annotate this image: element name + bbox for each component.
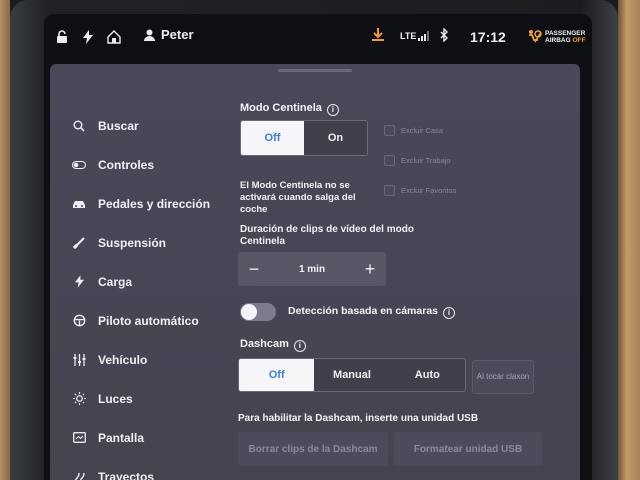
sidebar-item-controles[interactable]: Controles xyxy=(72,145,242,184)
download-icon[interactable] xyxy=(372,28,384,45)
bolt-icon xyxy=(80,28,96,46)
exclude-home-label: Excluir Casa xyxy=(401,126,444,135)
sentry-description: El Modo Centinela no se activará cuando … xyxy=(240,180,356,215)
settings-panel: Buscar Controles Pedales y dirección Sus… xyxy=(50,64,580,480)
passenger-airbag-indicator: PASSENGER AIRBAG OFF xyxy=(526,29,585,45)
sentry-off-button[interactable]: Off xyxy=(241,121,304,155)
sentry-title: Modo Centinela xyxy=(240,102,322,114)
info-icon[interactable]: i xyxy=(293,340,306,352)
steering-wheel-icon xyxy=(72,314,86,328)
sidebar-item-label: Luces xyxy=(98,391,133,406)
toggle-icon xyxy=(72,158,86,172)
settings-sidebar: Buscar Controles Pedales y dirección Sus… xyxy=(72,106,242,480)
clip-duration-label: Duración de clips de vídeo del modo Cent… xyxy=(240,224,414,247)
camera-detection-toggle[interactable] xyxy=(240,303,276,321)
exclude-home-option[interactable]: Excluir Casa xyxy=(384,125,443,136)
exclude-work-option[interactable]: Excluir Trabajo xyxy=(384,155,451,166)
increase-button[interactable]: + xyxy=(362,259,378,280)
dashcam-section-header: Dashcam i xyxy=(240,338,306,352)
clip-duration-stepper: − 1 min + xyxy=(238,252,386,286)
trips-icon xyxy=(72,470,86,480)
decrease-button[interactable]: − xyxy=(246,259,262,280)
signal-bars-icon xyxy=(418,31,430,41)
sentry-mode-selector: Off On xyxy=(240,120,368,156)
homelink-icon[interactable] xyxy=(106,28,122,46)
bluetooth-icon[interactable] xyxy=(440,27,449,45)
delete-dashcam-clips-button[interactable]: Borrar clips de la Dashcam xyxy=(238,432,388,466)
sidebar-item-suspension[interactable]: Suspensión xyxy=(72,223,242,262)
bolt-icon xyxy=(72,275,86,289)
suspension-icon xyxy=(72,236,86,250)
airbag-status: OFF xyxy=(572,37,586,44)
airbag-icon xyxy=(529,30,542,43)
sun-icon xyxy=(72,392,86,406)
sentry-section-header: Modo Centinela i xyxy=(240,102,339,116)
airbag-label-1: PASSENGER xyxy=(545,30,586,37)
sidebar-item-luces[interactable]: Luces xyxy=(72,379,242,418)
toggle-knob xyxy=(241,304,257,320)
dashcam-off-button[interactable]: Off xyxy=(239,359,315,391)
info-icon[interactable]: i xyxy=(326,104,339,116)
display-icon xyxy=(72,431,86,445)
wood-trim-right xyxy=(618,0,640,480)
touchscreen: Peter LTE 17:12 PASSENGER AIRBAG OFF Bus… xyxy=(44,14,592,480)
format-usb-button[interactable]: Formatear unidad USB xyxy=(394,432,542,466)
user-name: Peter xyxy=(161,27,194,42)
sidebar-item-piloto[interactable]: Piloto automático xyxy=(72,301,242,340)
dashcam-honk-button[interactable]: Al tocar claxon xyxy=(472,360,534,394)
sidebar-item-label: Vehículo xyxy=(98,352,148,367)
sidebar-item-label: Piloto automático xyxy=(98,313,199,328)
sidebar-item-carga[interactable]: Carga xyxy=(72,262,242,301)
sidebar-item-label: Controles xyxy=(98,157,155,172)
dashcam-auto-button[interactable]: Auto xyxy=(389,359,465,391)
sidebar-item-label: Carga xyxy=(98,274,133,289)
dashcam-mode-selector: Off Manual Auto xyxy=(238,358,466,392)
sidebar-item-vehiculo[interactable]: Vehículo xyxy=(72,340,242,379)
person-icon xyxy=(144,29,155,41)
camera-detection-row: Detección basada en cámaras i xyxy=(288,305,455,319)
dashcam-usb-note: Para habilitar la Dashcam, inserte una u… xyxy=(238,413,479,424)
info-icon[interactable]: i xyxy=(443,307,455,319)
airbag-label-2: AIRBAG xyxy=(545,37,571,44)
sidebar-item-pedales[interactable]: Pedales y dirección xyxy=(72,184,242,223)
sidebar-item-pantalla[interactable]: Pantalla xyxy=(72,418,242,457)
exclude-favorites-label: Excluir Favoritos xyxy=(401,186,457,195)
sidebar-item-trayectos[interactable]: Trayectos xyxy=(72,457,242,480)
dashcam-title: Dashcam xyxy=(240,338,289,350)
lock-icon[interactable] xyxy=(54,28,70,46)
wood-trim-left xyxy=(0,0,10,480)
sidebar-item-label: Suspensión xyxy=(98,235,167,250)
exclude-favorites-option[interactable]: Excluir Favoritos xyxy=(384,185,456,196)
search-icon xyxy=(72,119,86,133)
exclude-home-checkbox[interactable] xyxy=(384,125,395,136)
sidebar-item-label: Pantalla xyxy=(98,430,145,445)
sidebar-item-buscar[interactable]: Buscar xyxy=(72,106,242,145)
exclude-favorites-checkbox[interactable] xyxy=(384,185,395,196)
network-type: LTE xyxy=(400,31,417,41)
clock: 17:12 xyxy=(470,29,506,45)
exclude-work-label: Excluir Trabajo xyxy=(401,156,451,165)
sidebar-item-label: Buscar xyxy=(98,118,139,133)
clip-duration-value: 1 min xyxy=(298,263,326,275)
sliders-icon xyxy=(72,353,86,367)
exclude-work-checkbox[interactable] xyxy=(384,155,395,166)
dashcam-manual-button[interactable]: Manual xyxy=(314,359,390,391)
car-icon xyxy=(72,197,86,211)
cellular-signal: LTE xyxy=(400,31,430,41)
sentry-on-button[interactable]: On xyxy=(304,121,367,155)
camera-detection-label: Detección basada en cámaras xyxy=(288,305,438,317)
sidebar-item-label: Trayectos xyxy=(98,469,155,480)
status-bar: Peter LTE 17:12 PASSENGER AIRBAG OFF xyxy=(44,14,592,62)
sentry-dashcam-settings: Modo Centinela i Off On Excluir Casa Excl… xyxy=(238,64,580,480)
sidebar-item-label: Pedales y dirección xyxy=(98,196,211,211)
user-profile[interactable]: Peter xyxy=(144,27,194,42)
